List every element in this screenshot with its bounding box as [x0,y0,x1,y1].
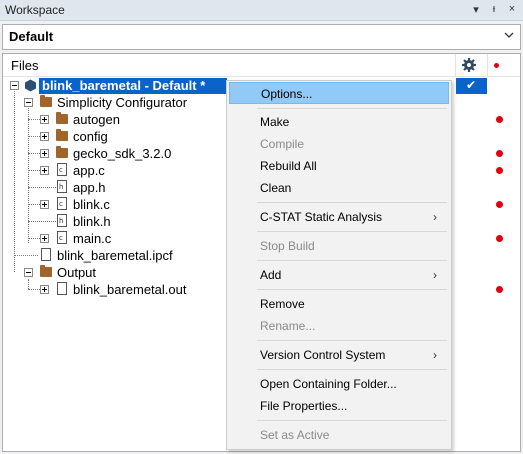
expand-icon[interactable] [40,234,49,243]
project-hexagon-icon [25,79,36,92]
tree-label: blink.h [73,214,111,229]
window-title: Workspace [5,3,65,17]
error-indicator [496,286,503,293]
collapse-icon[interactable] [10,81,19,90]
files-column-header[interactable]: Files [11,58,38,73]
menu-separator [257,340,447,341]
tree-header: Files [3,54,520,77]
menu-item-stop-build: Stop Build [229,235,449,257]
chevron-down-icon [504,32,514,38]
menu-item-label: Compile [260,137,305,151]
menu-item-label: Version Control System [260,348,386,362]
configuration-value: Default [9,29,54,44]
project-selection[interactable]: blink_baremetal - Default * [39,78,227,94]
tree-label: Simplicity Configurator [57,95,188,110]
menu-item-rename: Rename... [229,315,449,337]
menu-item-set-active: Set as Active [229,424,449,446]
pin-icon[interactable]: ᵻ [487,3,501,15]
menu-separator [257,231,447,232]
folder-icon [56,112,68,124]
column-divider[interactable] [487,54,488,77]
menu-separator [257,369,447,370]
tree-label: main.c [73,231,112,246]
folder-icon [56,146,68,158]
context-menu: Options... Make Compile Rebuild All Clea… [226,80,452,450]
menu-item-make[interactable]: Make [229,111,449,133]
error-indicator [496,167,503,174]
tree-label: gecko_sdk_3.2.0 [73,146,172,161]
file-icon [57,282,67,295]
expand-icon[interactable] [40,200,49,209]
expand-icon[interactable] [40,149,49,158]
tree-label: blink_baremetal.ipcf [57,248,173,263]
c-file-icon: c [57,197,67,210]
folder-icon [40,95,52,107]
menu-item-label: Clean [260,181,292,195]
menu-item-label: Options... [261,87,313,101]
menu-separator [257,108,447,109]
tree-label: blink.c [73,197,110,212]
column-divider[interactable] [455,54,456,77]
configuration-select[interactable]: Default [2,24,521,50]
collapse-icon[interactable] [24,268,33,277]
menu-item-label: Rename... [260,319,316,333]
gear-icon[interactable] [461,57,477,73]
menu-item-label: Remove [260,297,305,311]
error-indicator [496,201,503,208]
menu-item-cstat[interactable]: C-STAT Static Analysis › [229,206,449,228]
project-label: blink_baremetal - Default * [42,78,206,93]
checkmark-icon: ✔ [466,78,477,92]
menu-item-label: Stop Build [260,239,315,253]
close-icon[interactable]: × [505,3,519,15]
tree-label: app.h [73,180,106,195]
tree-label: app.c [73,163,105,178]
red-dot-icon[interactable] [494,63,499,68]
c-file-icon: c [57,231,67,244]
tree-label: blink_baremetal.out [73,282,187,297]
menu-separator [257,202,447,203]
menu-separator [257,289,447,290]
h-file-icon: h [57,180,67,193]
error-indicator [496,235,503,242]
menu-separator [257,420,447,421]
expand-icon[interactable] [40,285,49,294]
menu-item-rebuild-all[interactable]: Rebuild All [229,155,449,177]
menu-item-open-folder[interactable]: Open Containing Folder... [229,373,449,395]
menu-item-add[interactable]: Add › [229,264,449,286]
submenu-arrow-icon: › [433,348,437,362]
error-indicator [496,150,503,157]
menu-item-remove[interactable]: Remove [229,293,449,315]
dropdown-icon[interactable]: ▾ [469,3,483,16]
menu-item-version-control[interactable]: Version Control System › [229,344,449,366]
menu-item-options[interactable]: Options... [229,82,449,104]
submenu-arrow-icon: › [433,210,437,224]
menu-separator [257,260,447,261]
c-file-icon: c [57,163,67,176]
menu-item-label: Make [260,115,290,129]
workspace-titlebar: Workspace ▾ ᵻ × [0,0,523,21]
expand-icon[interactable] [40,132,49,141]
tree-label: autogen [73,112,120,127]
collapse-icon[interactable] [24,98,33,107]
menu-item-label: C-STAT Static Analysis [260,210,383,224]
error-indicator [496,116,503,123]
folder-icon [56,129,68,141]
menu-item-compile: Compile [229,133,449,155]
menu-item-label: Rebuild All [260,159,317,173]
submenu-arrow-icon: › [433,268,437,282]
tree-label: Output [57,265,97,280]
file-icon [41,248,51,261]
h-file-icon: h [57,214,67,227]
menu-item-label: Set as Active [260,428,330,442]
expand-icon[interactable] [40,115,49,124]
tree-label: config [73,129,108,144]
folder-icon [40,265,52,277]
menu-item-label: File Properties... [260,399,348,413]
menu-item-label: Add [260,268,282,282]
menu-item-label: Open Containing Folder... [260,377,397,391]
expand-icon[interactable] [40,166,49,175]
menu-item-clean[interactable]: Clean [229,177,449,199]
menu-item-file-properties[interactable]: File Properties... [229,395,449,417]
